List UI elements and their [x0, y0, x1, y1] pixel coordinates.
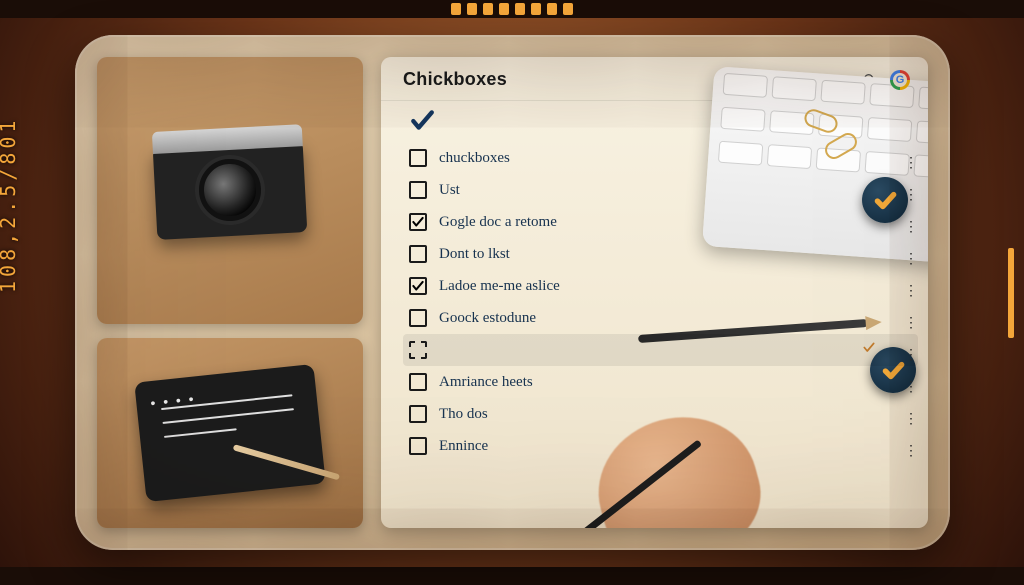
list-item[interactable]: Goock estodune — [403, 302, 918, 334]
list-item[interactable]: Tho dos — [403, 398, 918, 430]
drag-handle-icon[interactable] — [904, 154, 912, 162]
checkbox[interactable] — [409, 373, 427, 391]
item-label: Ennince — [439, 438, 892, 455]
drag-handle-icon[interactable] — [904, 282, 912, 290]
item-label: Ladoe me-me aslice — [439, 278, 892, 295]
drag-handle-icon[interactable] — [904, 346, 912, 354]
list-item[interactable]: Ust — [403, 174, 918, 206]
list-item[interactable]: Dont to lkst — [403, 238, 918, 270]
drag-handle-icon[interactable] — [904, 186, 912, 194]
search-icon[interactable] — [860, 70, 880, 90]
list-item[interactable] — [403, 334, 918, 366]
checklist: chuckboxes Ust Gogle doc a retome Dont to l… — [381, 140, 928, 528]
film-edge-code: 108,2.5/801 — [0, 116, 20, 292]
checkbox[interactable] — [409, 149, 427, 167]
checkbox[interactable] — [409, 309, 427, 327]
item-label: chuckboxes — [439, 150, 892, 167]
drag-handle-icon[interactable] — [904, 442, 912, 450]
checkbox[interactable] — [409, 277, 427, 295]
list-item[interactable]: chuckboxes — [403, 142, 918, 174]
thumbnail-tablet[interactable]: • • • • — [97, 338, 363, 528]
drag-handle-icon[interactable] — [904, 250, 912, 258]
thumbnail-gallery: • • • • — [75, 35, 375, 550]
checkbox[interactable] — [409, 405, 427, 423]
item-label: Dont to lkst — [439, 246, 892, 263]
tablet-icon: • • • • — [134, 364, 326, 502]
item-label: Ust — [439, 182, 892, 199]
drag-handle-icon[interactable] — [904, 410, 912, 418]
sprockets-bottom — [451, 570, 573, 582]
checkbox[interactable] — [409, 181, 427, 199]
item-label: Tho dos — [439, 406, 892, 423]
main-card: • • • • Chickboxes — [75, 35, 950, 550]
item-label: Goock estodune — [439, 310, 892, 327]
checkbox[interactable] — [409, 245, 427, 263]
list-item[interactable]: Ladoe me-me aslice — [403, 270, 918, 302]
drag-handle-icon[interactable] — [904, 314, 912, 322]
item-label: Amriance heets — [439, 374, 892, 391]
checkbox[interactable] — [409, 213, 427, 231]
thumbnail-camera[interactable] — [97, 57, 363, 324]
inline-checkmark-icon — [862, 341, 876, 360]
camera-icon — [153, 140, 308, 240]
list-item[interactable]: Amriance heets — [403, 366, 918, 398]
list-item[interactable]: Gogle doc a retome — [403, 206, 918, 238]
google-icon[interactable] — [890, 70, 910, 90]
list-item[interactable]: Ennince — [403, 430, 918, 462]
sprockets-top — [451, 3, 573, 15]
checkbox[interactable] — [409, 437, 427, 455]
panel-header: Chickboxes — [381, 57, 928, 101]
checklist-panel: Chickboxes chuckboxes Ust Gogle doc a reto… — [381, 57, 928, 528]
header-checkmark-icon — [381, 101, 928, 140]
film-edge-bar — [1008, 248, 1014, 338]
item-label: Gogle doc a retome — [439, 214, 892, 231]
drag-handle-icon[interactable] — [904, 378, 912, 386]
checkbox[interactable] — [409, 341, 427, 359]
panel-title: Chickboxes — [403, 69, 850, 90]
drag-handle-icon[interactable] — [904, 218, 912, 226]
